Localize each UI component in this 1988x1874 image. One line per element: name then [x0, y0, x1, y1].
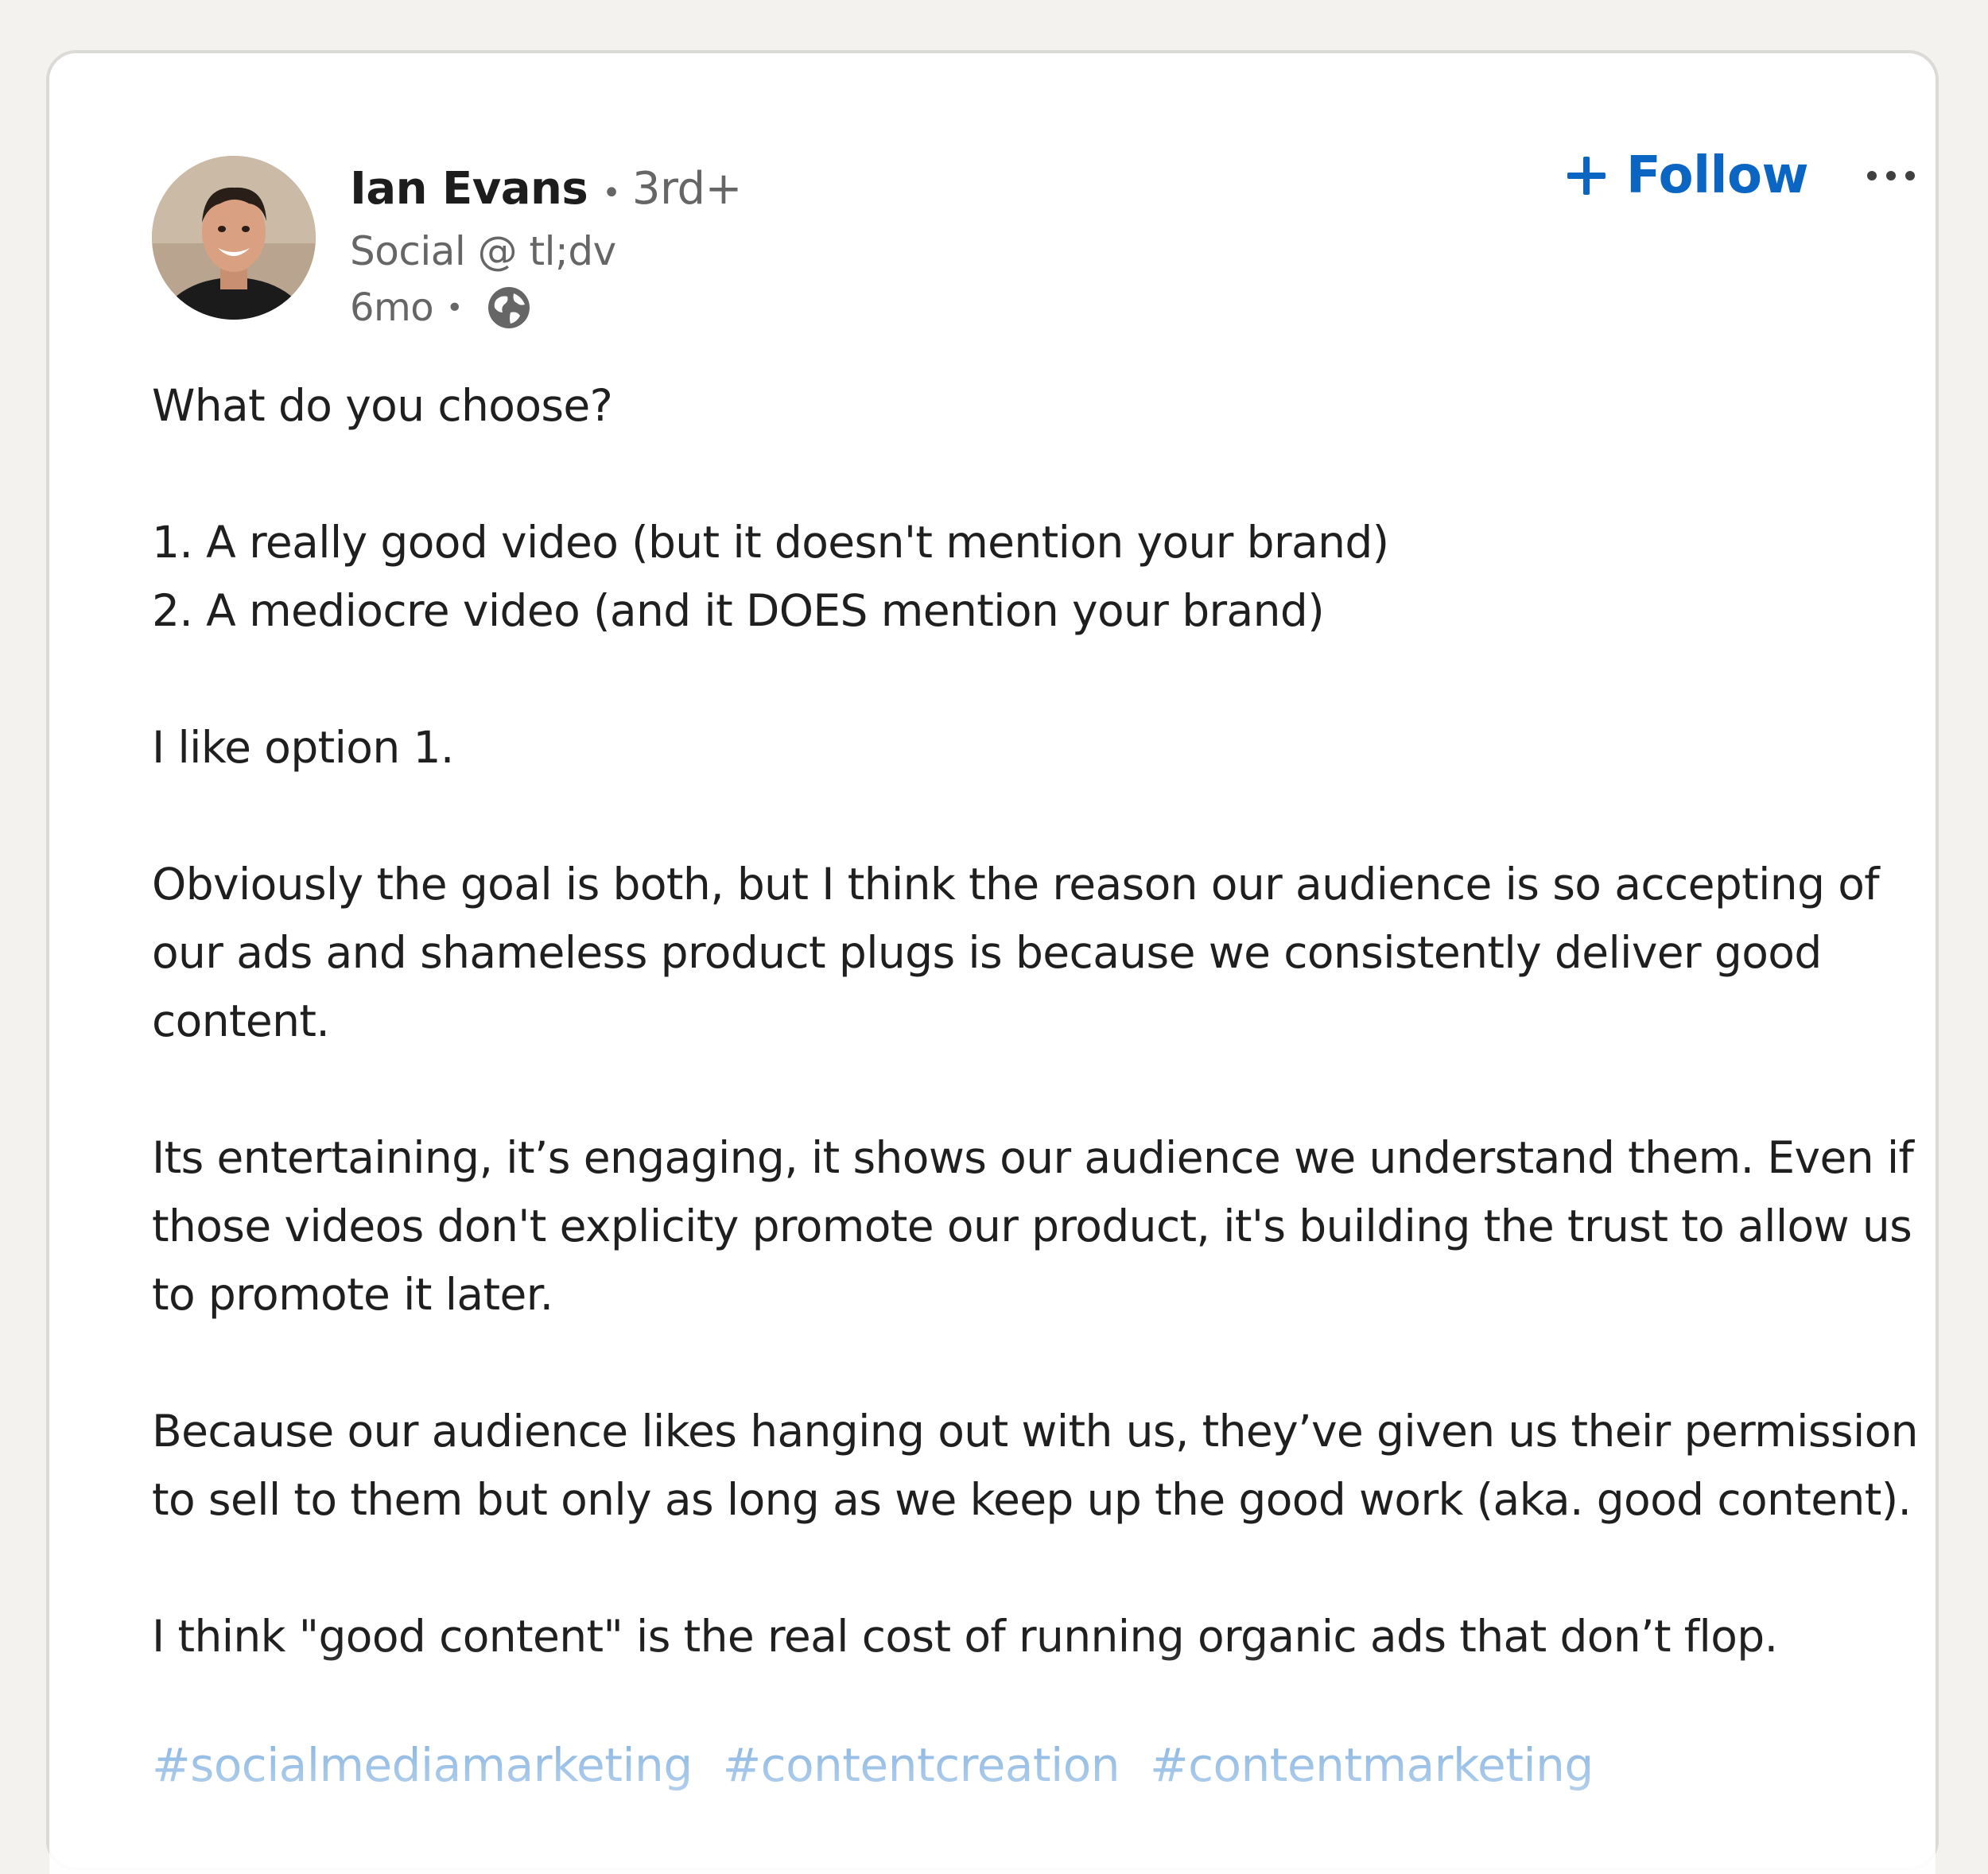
post-options: 1. A really good video (but it doesn't m…	[152, 508, 1941, 645]
profile-photo	[152, 156, 316, 320]
post-closing: I think "good content" is the real cost …	[152, 1611, 1778, 1662]
post-question: What do you choose?	[152, 380, 613, 431]
option-item: 2. A mediocre video (and it DOES mention…	[152, 585, 1325, 636]
author-avatar[interactable]	[152, 156, 316, 320]
paragraph-line: content.	[152, 995, 330, 1046]
post-paragraph: Its entertaining, it’s engaging, it show…	[152, 1123, 1941, 1329]
paragraph-line: to sell to them but only as long as we k…	[152, 1474, 1912, 1525]
option-item: 1. A really good video (but it doesn't m…	[152, 517, 1389, 568]
plus-icon	[1564, 153, 1609, 198]
more-options-button[interactable]	[1862, 157, 1920, 195]
author-name[interactable]: Ian Evans	[350, 163, 588, 215]
post-body: What do you choose? 1. A really good vid…	[152, 371, 1941, 1739]
paragraph-line: to promote it later.	[152, 1269, 553, 1320]
paragraph-line: Because our audience likes hanging out w…	[152, 1406, 1919, 1457]
post-paragraph: Because our audience likes hanging out w…	[152, 1397, 1941, 1534]
hashtag-link[interactable]: #contentmarketing	[1150, 1738, 1594, 1792]
hashtag-link[interactable]: #contentcreation	[723, 1738, 1120, 1792]
post-choice: I like option 1.	[152, 722, 454, 773]
post-paragraph: Obviously the goal is both, but I think …	[152, 850, 1941, 1055]
degree-separator: •	[602, 175, 621, 211]
hashtag-list: #socialmediamarketing #contentcreation #…	[152, 1731, 1609, 1799]
hashtag-link[interactable]: #socialmediamarketing	[152, 1738, 693, 1792]
connection-degree: 3rd+	[631, 163, 743, 215]
globe-icon	[485, 284, 533, 332]
author-headline: Social @ tl;dv	[350, 228, 616, 274]
author-line: Ian Evans • 3rd+	[350, 163, 742, 219]
paragraph-line: those videos don't explicity promote our…	[152, 1201, 1912, 1251]
follow-button[interactable]: Follow	[1564, 142, 1809, 209]
paragraph-line: Its entertaining, it’s engaging, it show…	[152, 1132, 1914, 1183]
post-card: Ian Evans • 3rd+ Social @ tl;dv 6mo • Fo…	[46, 50, 1941, 1874]
post-time: 6mo	[350, 285, 434, 330]
post-meta: 6mo •	[350, 284, 533, 332]
follow-label: Follow	[1626, 146, 1809, 205]
ellipsis-icon	[1867, 171, 1915, 180]
paragraph-line: our ads and shameless product plugs is b…	[152, 927, 1822, 978]
time-separator: •	[446, 291, 464, 324]
paragraph-line: Obviously the goal is both, but I think …	[152, 859, 1880, 910]
